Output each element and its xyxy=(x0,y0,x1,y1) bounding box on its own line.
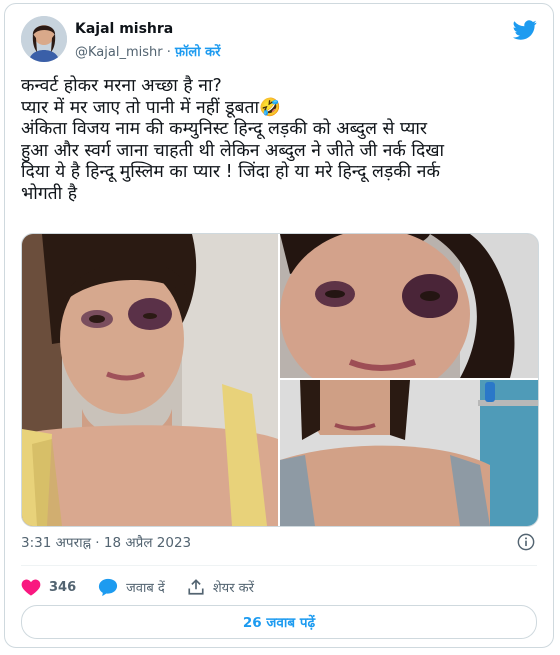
action-bar: 346 जवाब दें शेयर करें xyxy=(21,574,276,600)
author-handle-row: @Kajal_mishr · फ़ॉलो करें xyxy=(75,42,220,60)
separator-dot: · xyxy=(166,45,171,60)
media-grid xyxy=(21,233,539,527)
read-replies-button[interactable]: 26 जवाब पढ़ें xyxy=(21,605,537,639)
twitter-bird-icon[interactable] xyxy=(513,18,537,42)
reply-label: जवाब दें xyxy=(126,581,165,596)
tweet-line: दिया ये है हिन्दू मुस्लिम का प्यार ! जिं… xyxy=(21,162,440,182)
heart-icon xyxy=(21,579,41,596)
reply-bubble-icon xyxy=(99,578,118,596)
photo-bottom-right[interactable] xyxy=(280,380,538,526)
author-handle[interactable]: @Kajal_mishr xyxy=(75,45,163,60)
likes-count: 346 xyxy=(49,579,77,595)
timestamp[interactable]: 3:31 अपराह्न · 18 अप्रैल 2023 xyxy=(21,533,191,551)
divider xyxy=(21,565,537,566)
author-name[interactable]: Kajal mishra xyxy=(75,21,173,37)
share-button[interactable]: शेयर करें xyxy=(187,578,254,596)
share-icon xyxy=(188,579,204,595)
avatar[interactable] xyxy=(21,16,67,62)
photo-left[interactable] xyxy=(22,234,278,526)
share-label: शेयर करें xyxy=(212,581,254,596)
tweet-line: भोगती है xyxy=(21,183,78,204)
follow-link[interactable]: फ़ॉलो करें xyxy=(175,45,220,60)
info-icon[interactable] xyxy=(517,533,535,551)
photo-top-right[interactable] xyxy=(280,234,538,399)
tweet-header: Kajal mishra @Kajal_mishr · फ़ॉलो करें xyxy=(21,16,537,64)
like-button[interactable]: 346 xyxy=(21,578,76,596)
tweet-line: हुआ और स्वर्ग जाना चाहती थी लेकिन अब्दुल… xyxy=(21,140,445,161)
tweet-card: Kajal mishra @Kajal_mishr · फ़ॉलो करें क… xyxy=(4,3,554,648)
tweet-text: कन्वर्ट होकर मरना अच्छा है ना? प्यार में… xyxy=(21,76,541,205)
tweet-line: अंकिता विजय नाम की कम्युनिस्ट हिन्दू लड़… xyxy=(21,119,428,139)
tweet-line: प्यार में मर जाए तो पानी में नहीं डूबता🤣 xyxy=(21,97,281,118)
reply-button[interactable]: जवाब दें xyxy=(98,578,165,597)
tweet-line: कन्वर्ट होकर मरना अच्छा है ना? xyxy=(21,76,222,96)
